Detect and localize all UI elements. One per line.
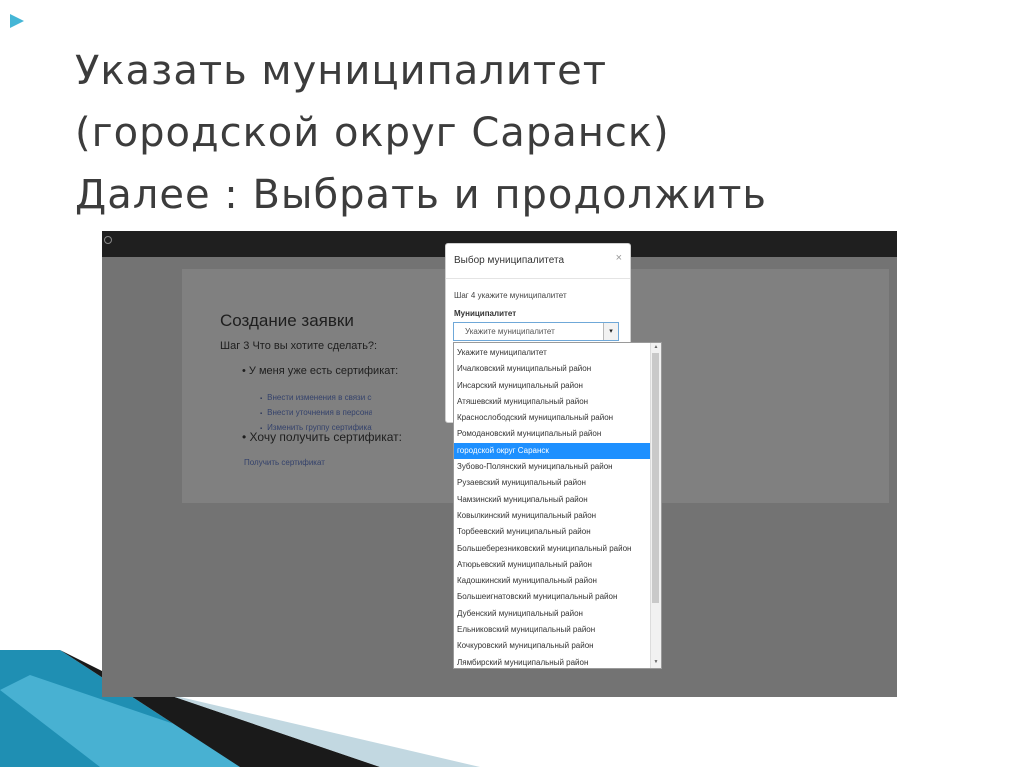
decor-arrow-triangle bbox=[10, 14, 24, 28]
cert-link[interactable]: Внести уточнения в персональные данные bbox=[260, 406, 372, 421]
dropdown-option[interactable]: Краснослободский муниципальный район bbox=[454, 410, 651, 426]
dropdown-option[interactable]: Ромодановский муниципальный район bbox=[454, 426, 651, 442]
dropdown-option[interactable]: Большеберезниковский муниципальный район bbox=[454, 541, 651, 557]
get-cert-link[interactable]: Получить сертификат bbox=[244, 458, 325, 467]
cert-link[interactable]: Внести изменения в связи со сменой муниц… bbox=[260, 391, 372, 406]
step4-text: Шаг 4 укажите муниципалитет bbox=[454, 291, 567, 300]
dropdown-option[interactable]: Зубово-Полянский муниципальный район bbox=[454, 459, 651, 475]
dropdown-option[interactable]: Большеигнатовский муниципальный район bbox=[454, 589, 651, 605]
dropdown-option[interactable]: Укажите муниципалитет bbox=[454, 345, 651, 361]
slide-title-line: Указать муниципалитет bbox=[75, 48, 608, 94]
dropdown-option[interactable]: Атяшевский муниципальный район bbox=[454, 394, 651, 410]
have-cert-heading: • У меня уже есть сертификат: bbox=[242, 365, 399, 377]
dropdown-option[interactable]: Ельниковский муниципальный район bbox=[454, 622, 651, 638]
scrollbar-thumb[interactable] bbox=[652, 353, 659, 603]
dropdown-option[interactable]: Инсарский муниципальный район bbox=[454, 378, 651, 394]
dropdown-option[interactable]: Чамзинский муниципальный район bbox=[454, 492, 651, 508]
dropdown-options: Укажите муниципалитет Ичалковский муници… bbox=[454, 345, 651, 668]
scroll-down-icon[interactable]: ▼ bbox=[651, 659, 661, 667]
slide-title: Указать муниципалитет (городской округ С… bbox=[75, 40, 975, 226]
select-value: Укажите муниципалитет bbox=[465, 327, 555, 336]
dropdown-option[interactable]: Ичалковский муниципальный район bbox=[454, 361, 651, 377]
close-icon[interactable]: × bbox=[616, 252, 622, 264]
slide-title-line: (городской округ Саранск) bbox=[75, 110, 670, 156]
dropdown-option[interactable]: Кочкуровский муниципальный район bbox=[454, 638, 651, 654]
dropdown-option[interactable]: Лямбирский муниципальный район bbox=[454, 655, 651, 668]
chevron-down-icon[interactable]: ▾ bbox=[603, 323, 618, 340]
dropdown-option[interactable]: Дубенский муниципальный район bbox=[454, 606, 651, 622]
browser-screenshot: Создание заявки Шаг 3 Что вы хотите сдел… bbox=[102, 231, 897, 697]
modal-header: Выбор муниципалитета × bbox=[446, 244, 630, 279]
scroll-up-icon[interactable]: ▲ bbox=[651, 344, 661, 352]
dropdown-scrollbar[interactable]: ▲ ▼ bbox=[650, 343, 661, 668]
page-title: Создание заявки bbox=[220, 311, 354, 330]
dropdown-option[interactable]: Кадошкинский муниципальный район bbox=[454, 573, 651, 589]
municipality-label: Муниципалитет bbox=[454, 309, 517, 318]
slide-title-line: Далее : Выбрать и продолжить bbox=[75, 172, 767, 218]
dropdown-option[interactable]: Ковылкинский муниципальный район bbox=[454, 508, 651, 524]
dropdown-option[interactable]: Торбеевский муниципальный район bbox=[454, 524, 651, 540]
want-cert-heading: • Хочу получить сертификат: bbox=[242, 430, 402, 444]
dropdown-option[interactable]: Рузаевский муниципальный район bbox=[454, 475, 651, 491]
step3-text: Шаг 3 Что вы хотите сделать?: bbox=[220, 340, 378, 352]
dropdown-option[interactable]: Атюрьевский муниципальный район bbox=[454, 557, 651, 573]
municipality-select[interactable]: Укажите муниципалитет ▾ bbox=[453, 322, 619, 341]
circle-icon bbox=[104, 236, 112, 244]
have-cert-label: У меня уже есть сертификат: bbox=[248, 365, 399, 377]
want-cert-label: Хочу получить сертификат: bbox=[249, 430, 402, 444]
municipality-dropdown: Укажите муниципалитет Ичалковский муници… bbox=[453, 342, 662, 669]
dropdown-option[interactable]: городской округ Саранск bbox=[454, 442, 651, 460]
modal-title: Выбор муниципалитета bbox=[454, 255, 565, 266]
